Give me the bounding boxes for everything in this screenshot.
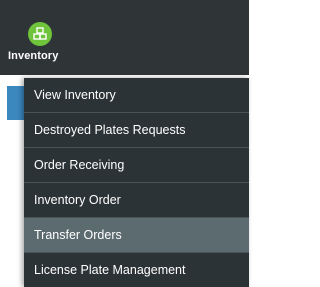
nav-inventory-label: Inventory [8,50,59,62]
menu-item-license-plate-management[interactable]: License Plate Management [24,253,249,287]
nav-inventory-module[interactable]: Inventory [8,0,88,75]
inventory-dropdown-menu: View Inventory Destroyed Plates Requests… [24,78,249,287]
menu-item-inventory-order[interactable]: Inventory Order [24,183,249,217]
boxes-icon [28,22,52,46]
menu-item-view-inventory[interactable]: View Inventory [24,78,249,112]
menu-item-transfer-orders[interactable]: Transfer Orders [24,218,249,252]
page-left-edge [0,75,7,287]
top-navigation-bar: Inventory [0,0,249,75]
menu-item-order-receiving[interactable]: Order Receiving [24,148,249,182]
menu-item-destroyed-plates-requests[interactable]: Destroyed Plates Requests [24,113,249,147]
